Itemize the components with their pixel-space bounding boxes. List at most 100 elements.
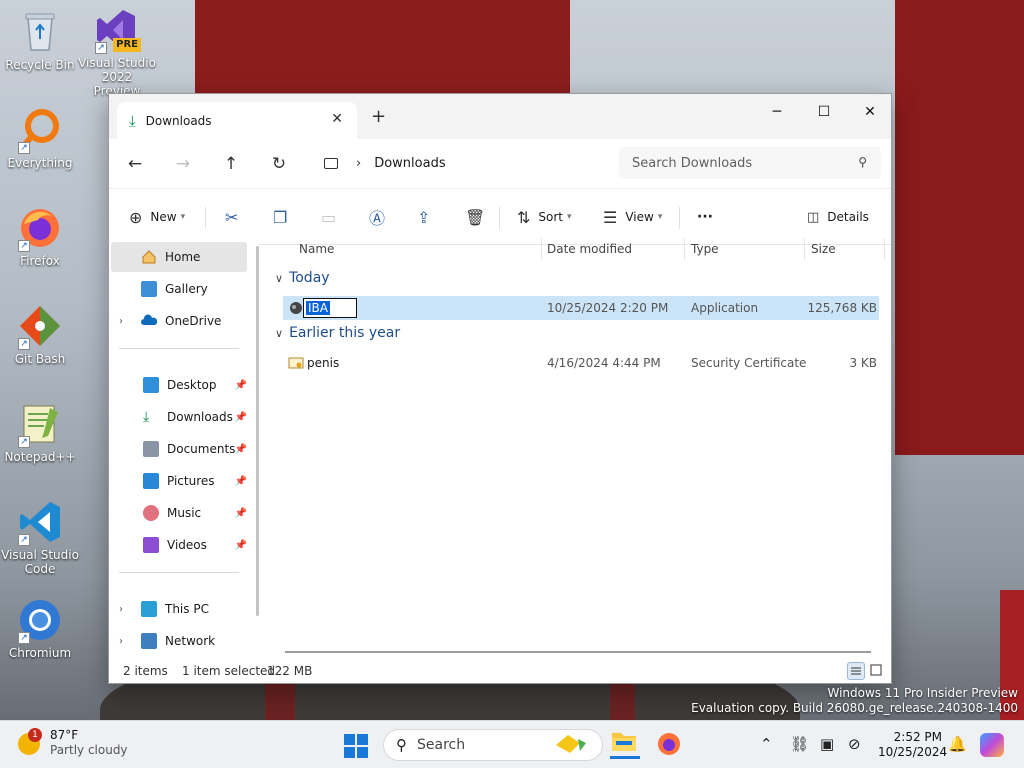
paste-button[interactable]: ▭: [321, 205, 344, 229]
shortcut-arrow-icon: ↗: [18, 240, 30, 252]
sort-label: Sort: [538, 210, 564, 224]
display-icon[interactable]: ▣: [820, 735, 834, 753]
sidebar-item-downloads[interactable]: ⤓ Downloads 📌: [111, 402, 247, 432]
picture-icon: [143, 473, 159, 489]
tab-downloads[interactable]: ⤓ Downloads ✕: [117, 102, 357, 139]
sidebar-item-home[interactable]: Home: [111, 242, 247, 272]
sort-button[interactable]: ⇅ Sort ▾: [517, 205, 572, 229]
sidebar-item-documents[interactable]: Documents 📌: [111, 434, 247, 464]
file-date: 4/16/2024 4:44 PM: [547, 356, 661, 370]
desktop-icon-everything[interactable]: ↗ Everything: [0, 106, 80, 170]
column-divider[interactable]: [684, 238, 685, 260]
cloud-icon: [141, 313, 158, 329]
close-button[interactable]: ✕: [847, 98, 893, 126]
column-divider[interactable]: [884, 238, 885, 260]
sidebar-item-music[interactable]: Music 📌: [111, 498, 247, 528]
group-header-earlier-this-year[interactable]: ∨ Earlier this year: [275, 325, 400, 341]
sidebar-item-label: Downloads: [167, 410, 233, 424]
desktop-icon-git-bash[interactable]: ↗ Git Bash: [0, 302, 80, 366]
sidebar-item-pictures[interactable]: Pictures 📌: [111, 466, 247, 496]
sidebar-scrollbar[interactable]: [256, 246, 259, 616]
copy-icon: ❐: [273, 207, 288, 227]
column-header-date[interactable]: Date modified: [547, 242, 632, 256]
file-name: penis: [307, 356, 340, 370]
toolbar-divider: [205, 207, 206, 229]
start-button[interactable]: [344, 734, 368, 758]
desktop-icon-visual-studio-2022-preview[interactable]: PRE ↗ Visual Studio 2022 Preview: [77, 6, 157, 98]
group-header-today[interactable]: ∨ Today: [275, 270, 330, 286]
rename-input[interactable]: IBA: [303, 298, 357, 318]
taskbar-file-explorer[interactable]: [610, 729, 640, 759]
copy-button[interactable]: ❐: [273, 205, 295, 229]
desktop-folder-icon: [143, 377, 159, 393]
sidebar-item-gallery[interactable]: Gallery: [111, 274, 247, 304]
pin-icon[interactable]: 📌: [235, 540, 247, 551]
up-button[interactable]: ↑: [217, 151, 245, 177]
address-bar[interactable]: › Downloads: [311, 147, 611, 179]
clock[interactable]: 2:52 PM 10/25/2024: [878, 730, 947, 760]
volume-muted-icon[interactable]: ⊘: [848, 735, 861, 753]
details-pane-button[interactable]: ◫ Details: [807, 205, 869, 229]
details-view-button[interactable]: [847, 662, 865, 680]
notification-bell-icon[interactable]: 🔔: [948, 735, 967, 753]
pin-icon[interactable]: 📌: [235, 444, 247, 455]
rename-button[interactable]: Ⓐ: [369, 205, 393, 229]
sidebar-item-label: Pictures: [167, 474, 215, 488]
search-input[interactable]: Search Downloads ⚲: [619, 147, 881, 179]
new-button[interactable]: ⊕ New ▾: [129, 205, 185, 229]
horizontal-scrollbar[interactable]: [285, 651, 871, 653]
sidebar-item-videos[interactable]: Videos 📌: [111, 530, 247, 560]
chevron-down-icon: ∨: [275, 271, 284, 285]
weather-widget[interactable]: 1 87°F Partly cloudy: [18, 728, 128, 758]
column-divider[interactable]: [804, 238, 805, 260]
breadcrumb-downloads[interactable]: Downloads: [374, 156, 445, 171]
partly-cloudy-icon: 1: [18, 728, 42, 755]
desktop-icon-visual-studio-code[interactable]: ↗ Visual Studio Code: [0, 498, 80, 576]
forward-button[interactable]: →: [169, 151, 197, 177]
recycle-bin-icon: [16, 8, 64, 56]
toolbar-divider: [679, 207, 680, 229]
sidebar-item-network[interactable]: › Network: [111, 626, 247, 656]
shortcut-arrow-icon: ↗: [95, 42, 107, 54]
sidebar-item-onedrive[interactable]: › OneDrive: [111, 306, 247, 336]
view-button[interactable]: ☰ View ▾: [603, 205, 662, 229]
see-more-button[interactable]: ···: [697, 205, 713, 229]
pin-icon[interactable]: 📌: [235, 508, 247, 519]
share-button[interactable]: ⇪: [417, 205, 438, 229]
copilot-icon[interactable]: [980, 733, 1004, 757]
desktop-icon-chromium[interactable]: ↗ Chromium: [0, 596, 80, 660]
desktop-icon-label: Firefox: [20, 254, 60, 268]
desktop-icon-firefox[interactable]: ↗ Firefox: [0, 204, 80, 268]
clock-time: 2:52 PM: [893, 730, 942, 744]
taskbar-firefox[interactable]: [656, 731, 682, 757]
network-icon[interactable]: ⛓: [790, 735, 809, 753]
desktop-icon-recycle-bin[interactable]: Recycle Bin: [0, 8, 80, 72]
file-row-penis[interactable]: penis 4/16/2024 4:44 PM Security Certifi…: [283, 351, 879, 375]
group-title: Earlier this year: [289, 325, 401, 341]
pin-icon[interactable]: 📌: [235, 380, 247, 391]
application-icon: [288, 300, 304, 316]
minimize-button[interactable]: ─: [754, 98, 800, 126]
maximize-button[interactable]: ☐: [801, 98, 847, 126]
sidebar-item-desktop[interactable]: Desktop 📌: [111, 370, 247, 400]
delete-button[interactable]: 🗑: [465, 205, 493, 229]
search-highlight-icon[interactable]: [552, 731, 592, 757]
cut-button[interactable]: ✂: [225, 205, 246, 229]
sidebar-item-label: Home: [165, 250, 201, 264]
new-tab-button[interactable]: +: [371, 106, 386, 127]
column-header-name[interactable]: Name: [299, 242, 334, 256]
column-header-size[interactable]: Size: [811, 242, 836, 256]
pin-icon[interactable]: 📌: [235, 412, 247, 423]
column-divider[interactable]: [541, 238, 542, 260]
search-placeholder: Search Downloads: [632, 155, 753, 171]
column-header-type[interactable]: Type: [691, 242, 719, 256]
desktop-icon-notepad-plus-plus[interactable]: ↗ Notepad++: [0, 400, 80, 464]
back-button[interactable]: ←: [121, 151, 149, 177]
file-row-iba[interactable]: IBA 10/25/2024 2:20 PM Application 125,7…: [283, 296, 879, 320]
refresh-button[interactable]: ↻: [265, 151, 293, 177]
close-tab-icon[interactable]: ✕: [331, 111, 343, 127]
sidebar-item-this-pc[interactable]: › This PC: [111, 594, 247, 624]
pin-icon[interactable]: 📌: [235, 476, 247, 487]
tiles-view-button[interactable]: [868, 662, 886, 680]
chevron-up-icon[interactable]: ⌃: [760, 735, 773, 753]
